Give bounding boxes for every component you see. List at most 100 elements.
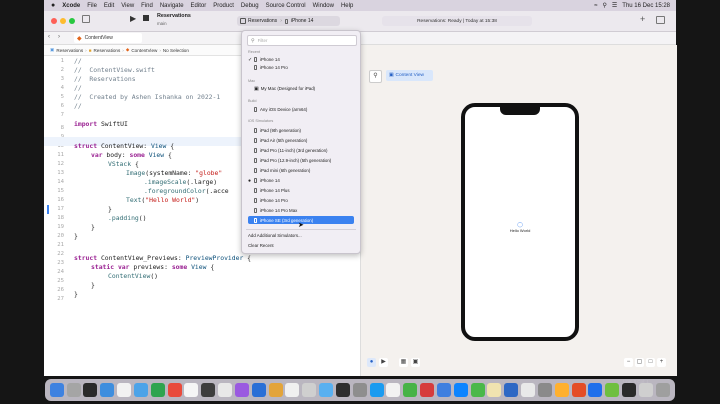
zoom-out-icon[interactable]: − <box>624 358 633 367</box>
live-mode-icon[interactable]: ● <box>367 358 376 367</box>
zoom-in-icon[interactable]: + <box>657 358 666 367</box>
menu-find[interactable]: Find <box>141 3 153 9</box>
dock-app-icon[interactable] <box>184 383 199 397</box>
dock-app-icon[interactable] <box>335 383 350 397</box>
tab-contentview[interactable]: ◆ ContentView <box>74 33 142 43</box>
dropdown-item[interactable]: iPhone 14 Pro <box>248 197 354 204</box>
dock-app-icon[interactable] <box>268 383 283 397</box>
stop-icon[interactable] <box>143 15 149 21</box>
dock-app-icon[interactable] <box>386 383 401 397</box>
dropdown-item[interactable]: iPad (9th generation) <box>248 127 354 134</box>
dock-app-icon[interactable] <box>403 383 418 397</box>
dock-app-icon[interactable] <box>201 383 216 397</box>
dock-app-icon[interactable] <box>133 383 148 397</box>
dock-app-icon[interactable] <box>588 383 603 397</box>
dock-app-icon[interactable] <box>285 383 300 397</box>
dock-app-icon[interactable] <box>302 383 317 397</box>
minimize-window-button[interactable] <box>60 18 66 24</box>
breadcrumb-file[interactable]: ContentView <box>131 48 157 53</box>
dock-app-icon[interactable] <box>605 383 620 397</box>
dock-app-icon[interactable] <box>521 383 536 397</box>
menubar-clock[interactable]: Thu 16 Dec 15:28 <box>622 3 670 9</box>
dock-app-icon[interactable] <box>487 383 502 397</box>
breadcrumb-selection[interactable]: No Selection <box>163 48 189 53</box>
menu-edit[interactable]: Edit <box>104 3 114 9</box>
menu-app[interactable]: Xcode <box>62 3 80 9</box>
scheme-destination-selector[interactable]: Reservations › iPhone 14 <box>237 16 340 26</box>
dock-app-icon[interactable] <box>218 383 233 397</box>
dock-app-icon[interactable] <box>436 383 451 397</box>
dock-app-icon[interactable] <box>369 383 384 397</box>
dropdown-item[interactable]: iPhone 14 Pro Max <box>248 207 354 214</box>
menu-product[interactable]: Product <box>213 3 234 9</box>
preview-chip[interactable]: ▣ Content View <box>386 70 433 81</box>
dock-app-icon[interactable] <box>49 383 64 397</box>
variants-icon[interactable]: ▦ <box>399 358 408 367</box>
menu-help[interactable]: Help <box>341 3 353 9</box>
dock-app-icon[interactable] <box>571 383 586 397</box>
dropdown-item[interactable]: ✓ iPhone 14 <box>248 56 354 63</box>
menu-window[interactable]: Window <box>313 3 334 9</box>
zoom-controls: − ▢ □ + <box>624 358 666 367</box>
dock-app-icon[interactable] <box>167 383 182 397</box>
dropdown-item[interactable]: iPad Pro (12.9-inch) (5th generation) <box>248 157 354 164</box>
zoom-fit-icon[interactable]: ▢ <box>635 358 644 367</box>
dock-app-icon[interactable] <box>117 383 132 397</box>
dropdown-item[interactable]: iPhone 14 Plus <box>248 187 354 194</box>
apple-icon[interactable]: ● <box>51 2 55 9</box>
dock-app-icon[interactable] <box>420 383 435 397</box>
zoom-window-button[interactable] <box>69 18 75 24</box>
zoom-actual-icon[interactable]: □ <box>646 358 655 367</box>
add-simulators-item[interactable]: Add Additional Simulators... <box>248 232 354 239</box>
dock-app-icon[interactable] <box>150 383 165 397</box>
scheme-name[interactable]: Reservations <box>248 18 277 24</box>
dock-app-icon[interactable] <box>352 383 367 397</box>
back-icon[interactable]: ‹ <box>48 34 50 40</box>
dropdown-item[interactable]: iPhone 14 Pro <box>248 64 354 71</box>
dock-app-icon[interactable] <box>638 383 653 397</box>
dock-app-icon[interactable] <box>621 383 636 397</box>
menu-file[interactable]: File <box>87 3 97 9</box>
dropdown-item[interactable]: Any iOS Device (arm64) <box>248 106 354 113</box>
dock-app-icon[interactable] <box>234 383 249 397</box>
dock-app-icon[interactable] <box>554 383 569 397</box>
dock-app-icon[interactable] <box>319 383 334 397</box>
dock-app-icon[interactable] <box>453 383 468 397</box>
menu-debug[interactable]: Debug <box>241 3 259 9</box>
menu-editor[interactable]: Editor <box>191 3 207 9</box>
destination-name[interactable]: iPhone 14 <box>291 18 314 24</box>
breadcrumb-project[interactable]: Reservations <box>56 48 83 53</box>
dropdown-item[interactable]: iPad Air (5th generation) <box>248 137 354 144</box>
filter-field[interactable]: ⚲ Filter <box>247 35 357 46</box>
dropdown-item[interactable]: ▣ My Mac (Designed for iPad) <box>248 85 354 92</box>
dock-app-icon[interactable] <box>66 383 81 397</box>
forward-icon[interactable]: › <box>58 34 60 40</box>
menu-source-control[interactable]: Source Control <box>266 3 306 9</box>
dock-app-icon[interactable] <box>537 383 552 397</box>
dock-app-icon[interactable] <box>655 383 670 397</box>
breadcrumb-group[interactable]: Reservations <box>93 48 120 53</box>
dock-app-icon[interactable] <box>100 383 115 397</box>
selectable-mode-icon[interactable]: ▶ <box>379 358 388 367</box>
dock-app-icon[interactable] <box>83 383 98 397</box>
add-icon[interactable]: + <box>640 14 645 24</box>
dropdown-item[interactable]: iPad mini (6th generation) <box>248 167 354 174</box>
menu-navigate[interactable]: Navigate <box>160 3 184 9</box>
control-center-icon[interactable]: ☰ <box>612 2 617 9</box>
dropdown-item[interactable]: iPad Pro (11-inch) (3rd generation) <box>248 147 354 154</box>
close-window-button[interactable] <box>51 18 57 24</box>
wifi-icon[interactable]: ≈ <box>594 3 597 9</box>
search-icon[interactable]: ⚲ <box>603 2 607 9</box>
pin-icon[interactable]: ⚲ <box>369 70 382 83</box>
iphone-preview[interactable]: ◯ Hello World <box>461 103 579 341</box>
device-settings-icon[interactable]: ▣ <box>411 358 420 367</box>
inspector-toggle-icon[interactable] <box>656 16 665 24</box>
dock-app-icon[interactable] <box>470 383 485 397</box>
dock-app-icon[interactable] <box>251 383 266 397</box>
clear-recent-item[interactable]: Clear Recent <box>248 242 354 249</box>
menu-view[interactable]: View <box>121 3 134 9</box>
run-icon[interactable]: ▶ <box>130 14 136 23</box>
dropdown-item[interactable]: ● iPhone 14 <box>248 177 354 184</box>
sidebar-toggle-icon[interactable] <box>82 15 90 23</box>
dock-app-icon[interactable] <box>504 383 519 397</box>
